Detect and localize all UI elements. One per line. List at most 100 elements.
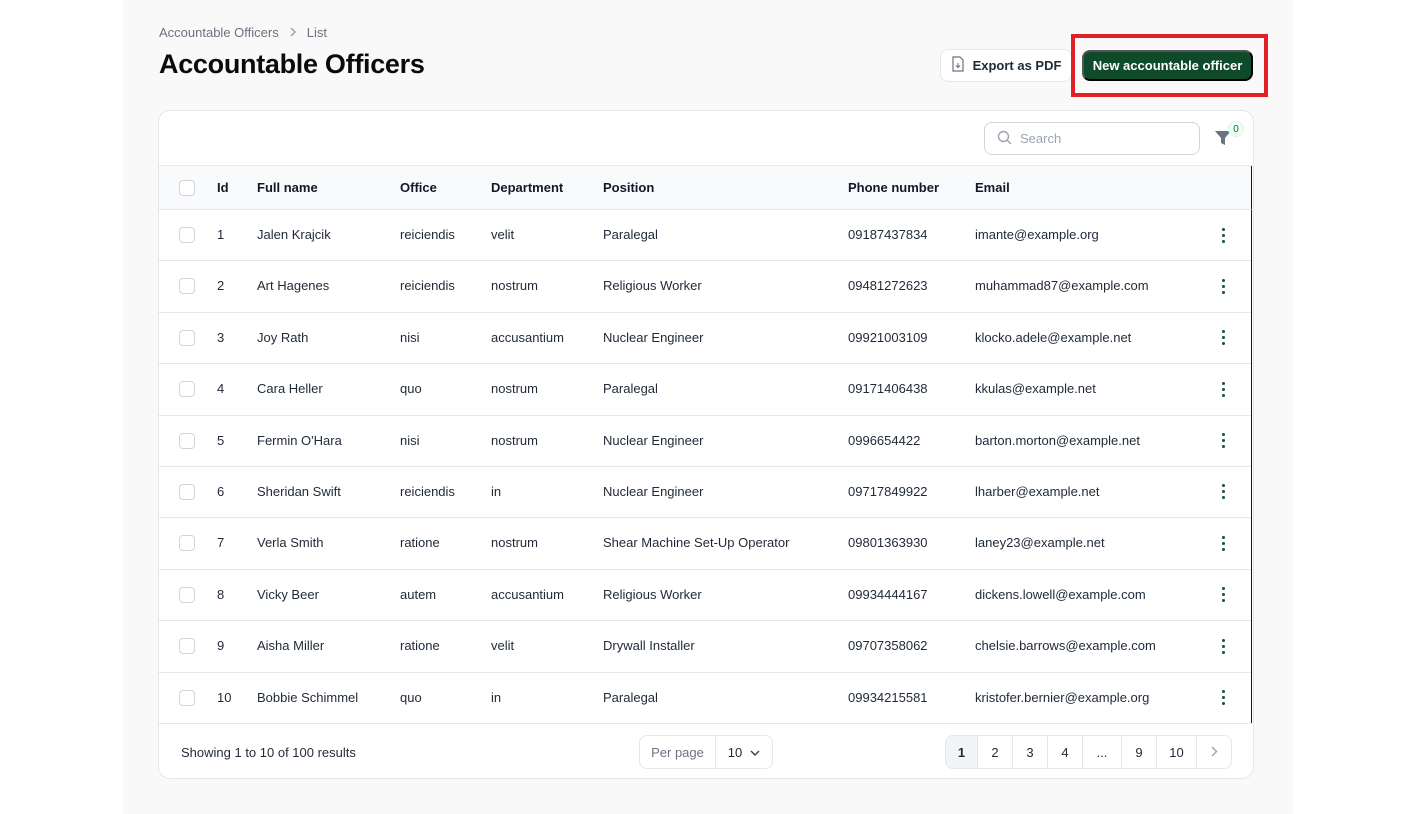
row-checkbox[interactable] xyxy=(179,586,195,603)
cell-position: Shear Machine Set-Up Operator xyxy=(603,535,790,551)
chevron-right-icon xyxy=(1211,745,1218,760)
pagination-page-10[interactable]: 10 xyxy=(1157,736,1197,768)
cell-email: barton.morton@example.net xyxy=(975,432,1140,448)
cell-phone-number: 09171406438 xyxy=(848,381,928,397)
column-header-department[interactable]: Department xyxy=(491,180,563,195)
row-actions-menu-icon[interactable] xyxy=(1215,276,1231,296)
row-actions-menu-icon[interactable] xyxy=(1215,533,1231,553)
search-input[interactable] xyxy=(1020,131,1180,146)
select-all-checkbox[interactable] xyxy=(179,180,195,196)
cell-department: in xyxy=(491,483,502,499)
cell-email: klocko.adele@example.net xyxy=(975,329,1132,345)
column-header-full-name[interactable]: Full name xyxy=(257,180,318,195)
search-box[interactable] xyxy=(984,122,1200,155)
row-actions-menu-icon[interactable] xyxy=(1215,328,1231,348)
pagination-page-9[interactable]: 9 xyxy=(1122,736,1157,768)
cell-position: Religious Worker xyxy=(603,586,702,602)
row-actions-menu-icon[interactable] xyxy=(1215,688,1231,708)
table-row[interactable]: 9 Aisha Miller ratione velit Drywall Install… xyxy=(159,621,1251,673)
cell-email: dickens.lowell@example.com xyxy=(975,586,1146,602)
table-row[interactable]: 10 Bobbie Schimmel quo in Paralegal 099342155… xyxy=(159,673,1251,724)
table-footer: Showing 1 to 10 of 100 results Per page … xyxy=(159,723,1253,778)
row-checkbox[interactable] xyxy=(179,381,195,398)
breadcrumb-current: List xyxy=(306,25,327,40)
cell-id: 10 xyxy=(217,689,232,705)
table-row[interactable]: 7 Verla Smith ratione nostrum Shear Machine … xyxy=(159,518,1251,570)
cell-full-name: Bobbie Schimmel xyxy=(257,689,359,705)
cell-phone-number: 09481272623 xyxy=(848,278,928,294)
row-checkbox[interactable] xyxy=(179,535,195,552)
table-row[interactable]: 8 Vicky Beer autem accusantium Religious Wor… xyxy=(159,570,1251,622)
table-row[interactable]: 2 Art Hagenes reiciendis nostrum Religious W… xyxy=(159,261,1251,313)
cell-department: velit xyxy=(491,227,515,242)
cell-full-name: Verla Smith xyxy=(257,535,324,551)
cell-id: 8 xyxy=(217,586,225,602)
cell-email: kkulas@example.net xyxy=(975,381,1096,397)
table-row[interactable]: 6 Sheridan Swift reiciendis in Nuclear Engin… xyxy=(159,467,1251,519)
pagination-page-2[interactable]: 2 xyxy=(978,736,1013,768)
per-page-select[interactable]: Per page 10 xyxy=(639,735,773,769)
pdf-file-icon xyxy=(951,56,965,75)
results-summary: Showing 1 to 10 of 100 results xyxy=(181,745,356,760)
cell-email: lharber@example.net xyxy=(975,483,1100,499)
column-header-office[interactable]: Office xyxy=(400,180,437,195)
cell-position: Religious Worker xyxy=(603,278,702,294)
cell-phone-number: 09801363930 xyxy=(848,535,928,551)
officers-table-card: 0 Id Full name Office Department Positio… xyxy=(158,110,1254,779)
table-row[interactable]: 4 Cara Heller quo nostrum Paralegal 091714064… xyxy=(159,364,1251,416)
per-page-label: Per page xyxy=(640,736,716,768)
cell-id: 5 xyxy=(217,432,225,448)
column-header-position[interactable]: Position xyxy=(603,180,654,195)
table-row[interactable]: 1 Jalen Krajcik reiciendis velit Paralegal 09… xyxy=(159,210,1251,262)
row-checkbox[interactable] xyxy=(179,329,195,346)
cell-position: Drywall Installer xyxy=(603,638,695,654)
pagination-page-4[interactable]: 4 xyxy=(1048,736,1083,768)
cell-department: in xyxy=(491,689,502,705)
column-header-email[interactable]: Email xyxy=(975,180,1010,195)
row-actions-menu-icon[interactable] xyxy=(1215,636,1231,656)
row-checkbox[interactable] xyxy=(179,432,195,449)
cell-department: nostrum xyxy=(491,381,538,397)
row-checkbox[interactable] xyxy=(179,227,195,243)
cell-position: Nuclear Engineer xyxy=(603,432,704,448)
row-actions-menu-icon[interactable] xyxy=(1215,431,1231,451)
row-actions-menu-icon[interactable] xyxy=(1215,379,1231,399)
cell-position: Paralegal xyxy=(603,381,658,397)
cell-full-name: Joy Rath xyxy=(257,329,309,345)
column-header-id[interactable]: Id xyxy=(217,180,229,195)
table-body: 1 Jalen Krajcik reiciendis velit Paralegal 09… xyxy=(159,210,1252,724)
table-row[interactable]: 3 Joy Rath nisi accusantium Nuclear Engineer… xyxy=(159,313,1251,365)
cell-office: ratione xyxy=(400,638,440,654)
row-checkbox[interactable] xyxy=(179,278,195,295)
pagination-page-3[interactable]: 3 xyxy=(1013,736,1048,768)
cell-full-name: Vicky Beer xyxy=(257,586,319,602)
next-page-button[interactable] xyxy=(1197,736,1231,768)
new-accountable-officer-button[interactable]: New accountable officer xyxy=(1082,50,1253,81)
cell-full-name: Sheridan Swift xyxy=(257,483,341,499)
breadcrumb-link-accountable-officers[interactable]: Accountable Officers xyxy=(159,25,279,40)
row-checkbox[interactable] xyxy=(179,638,195,655)
row-checkbox[interactable] xyxy=(179,483,195,500)
row-actions-menu-icon[interactable] xyxy=(1215,585,1231,605)
cell-office: nisi xyxy=(400,329,420,345)
row-checkbox[interactable] xyxy=(179,689,195,706)
cell-phone-number: 0996654422 xyxy=(848,432,921,448)
per-page-value: 10 xyxy=(727,744,743,760)
column-header-phone-number[interactable]: Phone number xyxy=(848,180,939,195)
cell-office: reiciendis xyxy=(400,278,455,294)
table-row[interactable]: 5 Fermin O'Hara nisi nostrum Nuclear Enginee… xyxy=(159,416,1251,467)
cell-office: quo xyxy=(400,689,422,705)
per-page-value-select[interactable]: 10 xyxy=(716,745,772,760)
cell-office: reiciendis xyxy=(400,227,455,242)
table-toolbar: 0 xyxy=(159,111,1253,166)
row-actions-menu-icon[interactable] xyxy=(1215,482,1231,502)
cell-id: 3 xyxy=(217,329,225,345)
export-pdf-button[interactable]: Export as PDF xyxy=(940,49,1072,82)
cell-full-name: Cara Heller xyxy=(257,381,323,397)
chevron-down-icon xyxy=(750,745,760,760)
breadcrumb: Accountable Officers List xyxy=(159,25,327,40)
chevron-right-icon xyxy=(289,26,297,40)
pagination-page-1[interactable]: 1 xyxy=(946,736,978,768)
row-actions-menu-icon[interactable] xyxy=(1215,225,1231,245)
filter-count-badge: 0 xyxy=(1228,121,1244,137)
